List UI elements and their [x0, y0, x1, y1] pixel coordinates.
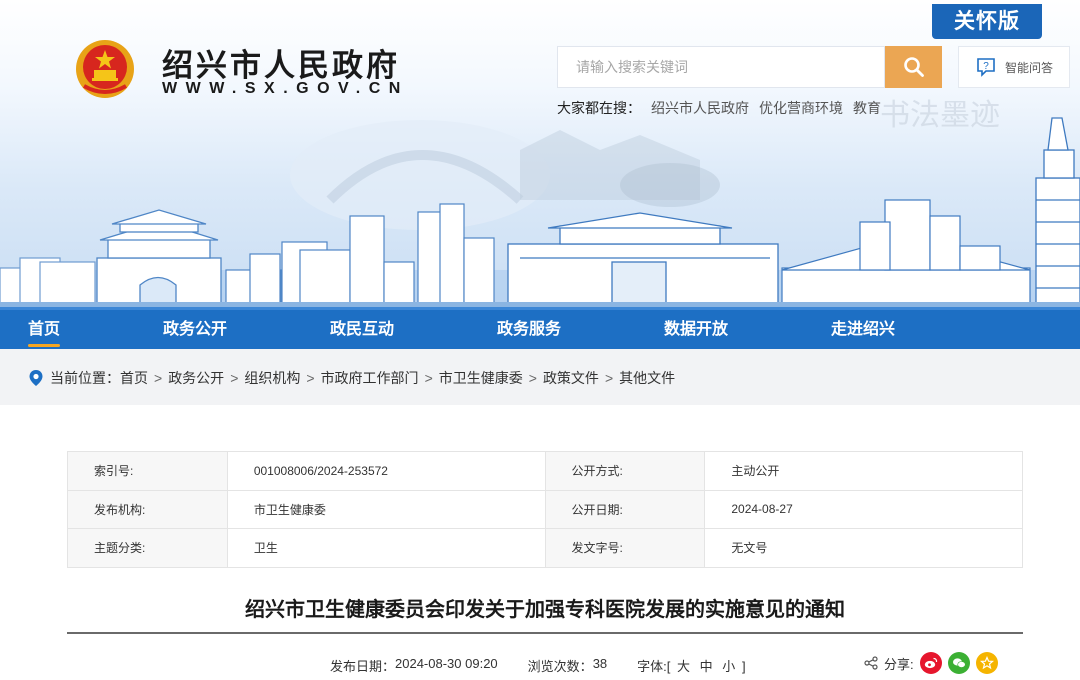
info-key: 发文字号:	[544, 528, 706, 568]
info-value: 无文号	[704, 528, 1023, 568]
header-banner: 书法墨迹 关怀版 绍兴市人民政府 WWW.SX.GOV.CN 请输入搜索关键词 …	[0, 0, 1080, 307]
document-info-table: 索引号: 001008006/2024-253572 公开方式: 主动公开 发布…	[67, 451, 1023, 568]
breadcrumb-separator: >	[424, 370, 433, 386]
nav-item-interaction[interactable]: 政民互动	[330, 310, 394, 349]
search-button[interactable]	[885, 46, 942, 88]
wechat-share-button[interactable]	[947, 652, 970, 674]
publish-date: 2024-08-30 09:20	[395, 656, 498, 671]
favorite-share-button[interactable]	[975, 652, 998, 674]
breadcrumb-link[interactable]: 首页	[120, 368, 148, 388]
location-pin-icon	[29, 370, 43, 386]
main-nav: 首页 政务公开 政民互动 政务服务 数据开放 走进绍兴	[0, 307, 1080, 349]
breadcrumb-bar: 当前位置： 首页 > 政务公开 > 组织机构 > 市政府工作部门 > 市卫生健康…	[0, 349, 1080, 405]
breadcrumb-link-current[interactable]: 其他文件	[619, 368, 675, 388]
search-input[interactable]	[558, 47, 884, 87]
breadcrumb-link[interactable]: 组织机构	[244, 368, 300, 388]
article-meta: 发布日期： 2024-08-30 09:20 浏览次数： 38 字体:[ 大 中…	[330, 656, 746, 675]
search-icon	[903, 57, 924, 77]
site-url: WWW.SX.GOV.CN	[162, 80, 409, 97]
info-value: 市卫生健康委	[226, 489, 546, 529]
font-size-label: 字体:[	[637, 659, 671, 674]
national-emblem-logo	[76, 40, 134, 98]
table-row: 索引号: 001008006/2024-253572 公开方式: 主动公开	[67, 451, 1023, 491]
weibo-share-button[interactable]	[919, 652, 942, 674]
nav-item-home[interactable]: 首页	[28, 310, 61, 349]
table-row: 发布机构: 市卫生健康委 公开日期: 2024-08-27	[67, 489, 1023, 529]
breadcrumb-separator: >	[604, 370, 614, 386]
title-divider	[67, 632, 1023, 634]
table-row: 主题分类: 卫生 发文字号: 无文号	[67, 528, 1023, 568]
star-icon	[979, 656, 994, 670]
hot-search-link[interactable]: 绍兴市人民政府	[651, 98, 749, 118]
font-size-control: 字体:[ 大 中 小 ]	[637, 656, 745, 675]
info-value: 主动公开	[704, 451, 1023, 491]
breadcrumb-link[interactable]: 市政府工作部门	[321, 368, 419, 388]
info-key: 发布机构:	[67, 489, 228, 529]
view-count: 38	[592, 656, 608, 671]
article-title: 绍兴市卫生健康委员会印发关于加强专科医院发展的实施意见的通知	[245, 599, 845, 621]
info-key: 公开日期:	[544, 489, 706, 529]
breadcrumb-link[interactable]: 市卫生健康委	[439, 368, 523, 388]
breadcrumb-separator: >	[230, 370, 239, 386]
hot-search-link[interactable]: 教育	[853, 98, 881, 118]
info-key: 索引号:	[67, 451, 228, 491]
breadcrumb-separator: >	[306, 370, 315, 386]
info-value: 卫生	[226, 528, 546, 568]
font-medium-button[interactable]: 中	[700, 659, 713, 674]
breadcrumb: 当前位置： 首页 > 政务公开 > 组织机构 > 市政府工作部门 > 市卫生健康…	[28, 368, 675, 388]
search-field	[557, 46, 885, 88]
hot-searches: 大家都在搜： 绍兴市人民政府 优化营商环境 教育	[557, 98, 881, 118]
nav-item-about-city[interactable]: 走进绍兴	[831, 310, 895, 349]
publish-date-label: 发布日期：	[330, 659, 396, 674]
nav-item-services[interactable]: 政务服务	[497, 310, 561, 349]
site-name: 绍兴市人民政府	[162, 48, 400, 84]
breadcrumb-link[interactable]: 政策文件	[543, 368, 599, 388]
share-label: 分享:	[884, 656, 914, 672]
wechat-icon	[952, 658, 966, 668]
nav-item-gov-affairs[interactable]: 政务公开	[163, 310, 227, 349]
svg-text:?: ?	[983, 61, 989, 72]
hot-searches-label: 大家都在搜：	[557, 100, 641, 116]
svg-text:书法墨迹: 书法墨迹	[880, 98, 1000, 133]
font-large-button[interactable]: 大	[677, 659, 690, 674]
smart-qa-label: 智能问答	[1004, 60, 1053, 75]
view-count-label: 浏览次数：	[527, 659, 593, 674]
breadcrumb-link[interactable]: 政务公开	[168, 368, 224, 388]
info-value: 2024-08-27	[704, 489, 1023, 529]
nav-item-open-data[interactable]: 数据开放	[664, 310, 728, 349]
smart-qa-button[interactable]: ? 智能问答	[958, 46, 1070, 88]
font-size-close: ]	[741, 659, 746, 674]
care-mode-button[interactable]: 关怀版	[932, 4, 1042, 39]
info-key: 公开方式:	[544, 451, 706, 491]
share-icon	[864, 656, 878, 670]
chat-question-icon: ?	[977, 58, 995, 77]
weibo-icon	[924, 657, 937, 669]
share-bar: 分享:	[864, 652, 998, 674]
info-key: 主题分类:	[67, 528, 228, 568]
breadcrumb-separator: >	[528, 370, 537, 386]
breadcrumb-separator: >	[154, 370, 163, 386]
breadcrumb-prefix: 当前位置：	[50, 370, 120, 386]
font-small-button[interactable]: 小	[722, 659, 735, 674]
info-value: 001008006/2024-253572	[226, 451, 546, 491]
hot-search-link[interactable]: 优化营商环境	[759, 98, 843, 118]
